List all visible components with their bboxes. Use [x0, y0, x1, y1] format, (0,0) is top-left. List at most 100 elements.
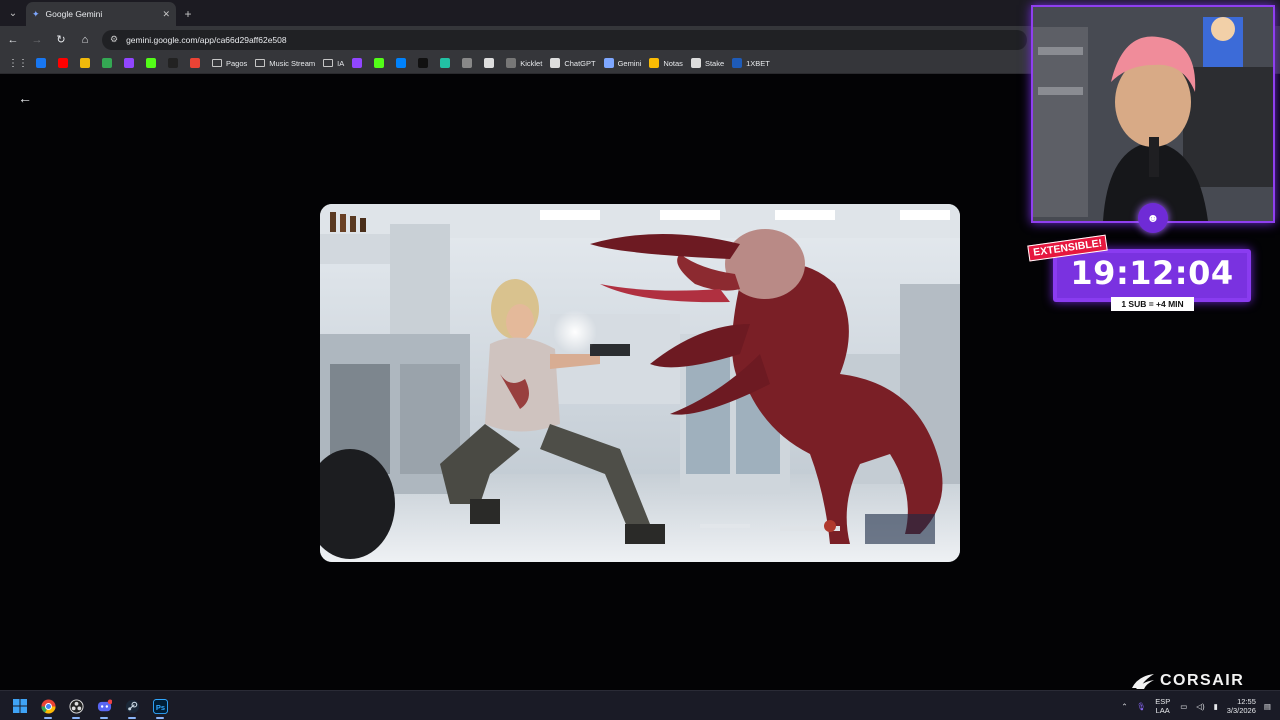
network-icon[interactable]: ▭	[1180, 702, 1187, 711]
bookmark-item[interactable]	[484, 58, 498, 68]
gmail-icon	[190, 58, 200, 68]
microphone-icon[interactable]: 🎙	[1137, 702, 1147, 711]
bookmark-item[interactable]: ChatGPT	[550, 58, 596, 68]
clock[interactable]: 12:55 3/3/2026	[1227, 697, 1256, 715]
obs-icon[interactable]	[62, 692, 90, 720]
folder-icon	[323, 59, 334, 67]
twitch-icon	[352, 58, 363, 68]
apps-icon[interactable]: ⋮⋮	[8, 58, 28, 69]
notes-icon	[649, 58, 660, 68]
home-button[interactable]: ⌂	[74, 29, 96, 51]
gemini-icon	[603, 58, 614, 68]
bookmark-label: Gemini	[617, 58, 642, 68]
photoshop-icon[interactable]: Ps	[146, 692, 174, 720]
windows-start-icon[interactable]	[6, 692, 34, 720]
youtube-icon	[58, 58, 68, 68]
chevron-up-icon[interactable]: ⌃	[1121, 702, 1127, 711]
arrow-left-icon: ←	[7, 33, 19, 46]
kick-icon	[374, 58, 385, 68]
bookmark-item[interactable]: Stake	[690, 58, 724, 68]
steam-icon[interactable]	[118, 692, 146, 720]
clock-time: 12:55	[1237, 697, 1256, 706]
corsair-logo: CORSAIR	[1130, 672, 1244, 690]
bookmark-label: Music Stream	[269, 58, 316, 68]
new-tab-button[interactable]: +	[176, 2, 200, 26]
meta-icon	[396, 58, 407, 68]
p-icon	[168, 58, 178, 68]
bookmark-label: Pagos	[226, 58, 248, 68]
bookmark-item[interactable]: 1XBET	[732, 58, 770, 68]
bookmark-label: Notas	[663, 58, 683, 68]
bookmark-item[interactable]	[146, 58, 160, 68]
bookmark-item[interactable]	[124, 58, 138, 68]
tiktok-icon	[418, 58, 429, 68]
bookmark-item[interactable]	[396, 58, 410, 68]
arrow-right-icon: →	[31, 33, 43, 46]
bookmark-item[interactable]: Notas	[649, 58, 683, 68]
bookmark-item[interactable]	[462, 58, 476, 68]
forward-button[interactable]: →	[26, 29, 48, 51]
notification-icon[interactable]: ▤	[1264, 702, 1271, 711]
brand-text: CORSAIR	[1160, 672, 1245, 689]
bookmark-item[interactable]	[374, 58, 388, 68]
language-code: ESP	[1155, 697, 1171, 706]
bookmark-label: ChatGPT	[564, 58, 596, 68]
bookmark-item[interactable]	[190, 58, 204, 68]
language-layout: LAA	[1155, 706, 1170, 715]
bookmark-item[interactable]: Music Stream	[255, 59, 315, 68]
bookmark-item[interactable]	[102, 58, 116, 68]
app-icon	[440, 58, 451, 68]
bookmark-label: 1XBET	[746, 58, 770, 68]
tab-google-gemini[interactable]: ✦ Google Gemini ✕	[26, 2, 176, 26]
generated-image[interactable]	[320, 204, 960, 562]
sub-rule-label: 1 SUB = +4 MIN	[1111, 297, 1194, 311]
bookmark-item[interactable]	[418, 58, 432, 68]
home-icon: ⌂	[81, 33, 89, 46]
lab-scene-illustration	[320, 204, 960, 562]
svg-text:Ps: Ps	[155, 702, 164, 711]
windows-taskbar: Ps ⌃ 🎙 ESP LAA ▭ ◁) ▮ 12:55 3/3/2026 ▤	[0, 690, 1280, 720]
reload-icon: ↻	[56, 34, 66, 46]
chrome-icon[interactable]	[34, 692, 62, 720]
bookmark-item[interactable]: IA	[323, 59, 344, 68]
bookmark-item[interactable]	[352, 58, 366, 68]
bookmark-item[interactable]: Kicklet	[506, 58, 542, 68]
binance-icon	[80, 58, 90, 68]
bookmark-item[interactable]	[168, 58, 182, 68]
streamer-emblem-icon: ☻	[1138, 203, 1168, 233]
bookmark-item[interactable]	[80, 58, 94, 68]
clock-date: 3/3/2026	[1226, 706, 1256, 715]
back-button[interactable]: ←	[2, 29, 24, 51]
close-tab-icon[interactable]: ✕	[162, 9, 170, 20]
drive-icon	[102, 58, 112, 68]
site-info-icon[interactable]: ⚙	[110, 34, 118, 45]
bookmark-item[interactable]	[58, 58, 72, 68]
address-bar[interactable]: ⚙ gemini.google.com/app/ca66d29aff62e508	[102, 29, 1027, 50]
streamer-webcam	[1033, 7, 1273, 221]
bookmark-item[interactable]	[440, 58, 454, 68]
system-tray: ⌃ 🎙 ESP LAA ▭ ◁) ▮ 12:55 3/3/2026 ▤	[1121, 691, 1280, 720]
bookmark-label: Kicklet	[520, 58, 543, 68]
discord-icon[interactable]	[90, 692, 118, 720]
tab-search-button[interactable]: ⌄	[0, 0, 26, 26]
reload-button[interactable]: ↻	[50, 29, 72, 51]
chevron-down-icon: ⌄	[8, 7, 18, 19]
folder-icon	[212, 59, 222, 67]
bookmark-item[interactable]: Pagos	[212, 59, 247, 68]
arrow-left-icon[interactable]: ←	[18, 90, 32, 106]
volume-icon[interactable]: ◁)	[1196, 702, 1204, 711]
corsair-sails-icon	[1132, 674, 1154, 689]
kick-icon	[146, 58, 156, 68]
screen: ⌄ ✦ Google Gemini ✕ + ← → ↻ ⌂ ⚙ gemini.g…	[0, 0, 1280, 720]
battery-icon[interactable]: ▮	[1214, 702, 1218, 711]
bookmark-item[interactable]	[36, 58, 50, 68]
gemini-spark-icon: ✦	[32, 8, 40, 19]
bookmark-item[interactable]: Gemini	[603, 58, 642, 68]
bookmark-label: IA	[337, 58, 345, 68]
language-indicator[interactable]: ESP LAA	[1155, 697, 1170, 715]
tool-icon	[462, 58, 473, 68]
webcam-overlay	[1031, 5, 1275, 223]
1xbet-icon	[732, 58, 743, 68]
folder-icon	[255, 59, 266, 67]
facebook-icon	[36, 58, 46, 68]
